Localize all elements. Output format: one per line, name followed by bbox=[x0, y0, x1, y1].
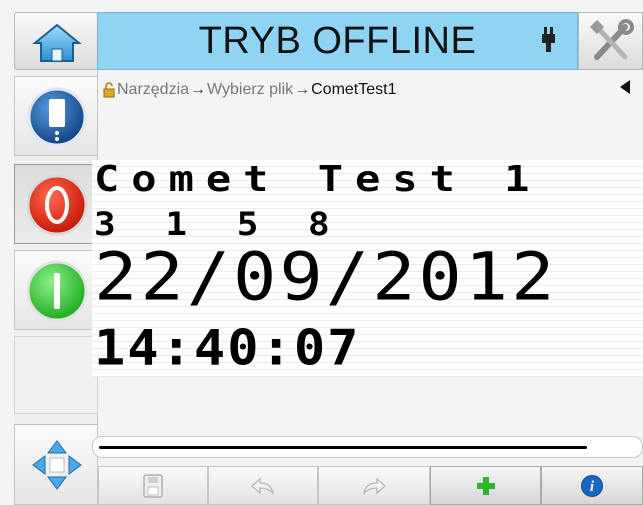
horizontal-scrollbar[interactable] bbox=[92, 436, 643, 458]
navigate-button[interactable] bbox=[14, 424, 98, 505]
page-title: TRYB OFFLINE bbox=[198, 19, 477, 62]
printhead-button[interactable] bbox=[14, 76, 98, 156]
undo-button[interactable] bbox=[208, 466, 318, 505]
start-icon bbox=[26, 260, 88, 322]
redo-button[interactable] bbox=[318, 466, 430, 505]
info-button[interactable]: i bbox=[541, 466, 643, 505]
breadcrumb-separator-icon: → bbox=[294, 81, 311, 98]
preview-text-line: 22/09/2012 bbox=[94, 238, 558, 316]
tools-icon bbox=[589, 19, 634, 60]
home-button[interactable] bbox=[14, 12, 98, 70]
direction-pad-icon bbox=[32, 440, 82, 490]
undo-icon bbox=[251, 477, 275, 495]
add-button[interactable] bbox=[430, 466, 541, 505]
scrollbar-thumb[interactable] bbox=[99, 446, 587, 449]
info-icon: i bbox=[581, 474, 603, 497]
start-button[interactable] bbox=[14, 250, 98, 330]
back-arrow-icon[interactable] bbox=[620, 80, 630, 94]
ink-cartridge-icon bbox=[542, 27, 555, 52]
stop-icon bbox=[26, 174, 88, 236]
breadcrumb-item[interactable]: Wybierz plik bbox=[207, 81, 293, 99]
save-button[interactable] bbox=[98, 466, 208, 505]
save-icon bbox=[143, 473, 163, 498]
breadcrumb-separator-icon: → bbox=[190, 81, 207, 98]
preview-text-line: 14:40:07 bbox=[94, 320, 361, 377]
title-bar: TRYB OFFLINE bbox=[97, 12, 578, 70]
preview-text-line: Comet Test 1 bbox=[94, 158, 542, 200]
breadcrumb-current: CometTest1 bbox=[311, 81, 397, 98]
lock-icon bbox=[103, 82, 115, 98]
printer-screen: TRYB OFFLINE Narzędzia → Wybierz plik → … bbox=[0, 0, 643, 505]
redo-icon bbox=[362, 477, 386, 495]
empty-slot bbox=[14, 336, 98, 414]
message-preview[interactable]: Comet Test 1 3 1 5 8 22/09/2012 14:40:07 bbox=[92, 158, 643, 377]
plus-icon bbox=[476, 476, 495, 495]
breadcrumb: Narzędzia → Wybierz plik → CometTest1 bbox=[98, 70, 643, 110]
tools-button[interactable] bbox=[578, 12, 643, 70]
breadcrumb-item[interactable]: Narzędzia bbox=[117, 81, 189, 99]
printhead-icon bbox=[27, 87, 87, 147]
home-icon bbox=[32, 23, 82, 62]
stop-button[interactable] bbox=[14, 164, 98, 244]
